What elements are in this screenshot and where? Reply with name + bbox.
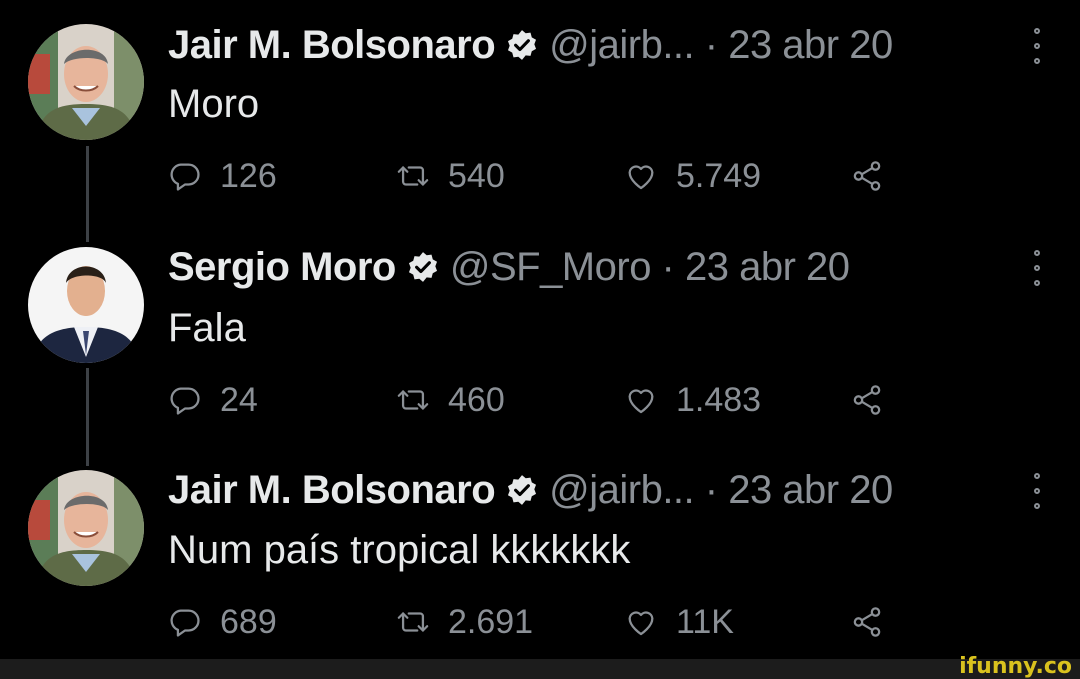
tweet-actions: 24 460 1.483 [168,380,928,420]
share-button[interactable] [850,602,902,642]
reply-icon [168,159,202,193]
retweet-count: 460 [448,380,505,419]
like-icon [624,159,658,193]
avatar-image [28,470,144,586]
retweet-button[interactable]: 460 [396,380,505,420]
tweet-text: Fala [168,306,246,350]
verified-icon [505,473,539,507]
like-button[interactable]: 5.749 [624,156,761,196]
author-name[interactable]: Jair M. Bolsonaro [168,23,496,68]
retweet-icon [396,159,430,193]
watermark: ifunny.co [959,654,1072,679]
retweet-count: 540 [448,156,505,195]
reply-icon [168,383,202,417]
more-icon[interactable] [1030,473,1044,509]
share-icon [850,159,884,193]
tweet-header: Sergio Moro @SF_Moro · 23 abr 20 [168,242,850,292]
tweet-header: Jair M. Bolsonaro @jairb... · 23 abr 20 [168,20,893,70]
share-button[interactable] [850,380,902,420]
avatar[interactable] [28,247,144,363]
tweet-text: Moro [168,82,260,126]
avatar[interactable] [28,470,144,586]
footer-bar [0,659,1080,679]
more-icon[interactable] [1030,250,1044,286]
retweet-count: 2.691 [448,602,534,641]
reply-button[interactable]: 24 [168,380,258,420]
like-count: 5.749 [676,156,762,195]
reply-button[interactable]: 689 [168,602,277,642]
retweet-icon [396,383,430,417]
thread-line [86,146,89,242]
tweet-text: Num país tropical kkkkkkk [168,528,631,572]
like-count: 11K [676,602,734,641]
reply-count: 689 [220,602,277,641]
more-icon[interactable] [1030,28,1044,64]
author-handle-time: @SF_Moro · 23 abr 20 [449,244,850,289]
reply-count: 126 [220,156,277,195]
verified-icon [505,28,539,62]
tweet-header: Jair M. Bolsonaro @jairb... · 23 abr 20 [168,465,893,515]
tweet-actions: 126 540 5.749 [168,156,928,196]
reply-button[interactable]: 126 [168,156,277,196]
like-button[interactable]: 1.483 [624,380,761,420]
avatar[interactable] [28,24,144,140]
author-handle-time: @jairb... · 23 abr 20 [549,22,893,67]
author-name[interactable]: Sergio Moro [168,245,396,290]
reply-count: 24 [220,380,258,419]
like-count: 1.483 [676,380,762,419]
avatar-image [28,24,144,140]
tweet-actions: 689 2.691 11K [168,602,928,642]
retweet-button[interactable]: 2.691 [396,602,533,642]
like-icon [624,605,658,639]
thread-line [86,368,89,466]
like-button[interactable]: 11K [624,602,734,642]
reply-icon [168,605,202,639]
like-icon [624,383,658,417]
verified-icon [406,250,440,284]
share-icon [850,605,884,639]
share-button[interactable] [850,156,902,196]
retweet-button[interactable]: 540 [396,156,505,196]
retweet-icon [396,605,430,639]
share-icon [850,383,884,417]
avatar-image [28,247,144,363]
author-handle-time: @jairb... · 23 abr 20 [549,467,893,512]
author-name[interactable]: Jair M. Bolsonaro [168,468,496,513]
